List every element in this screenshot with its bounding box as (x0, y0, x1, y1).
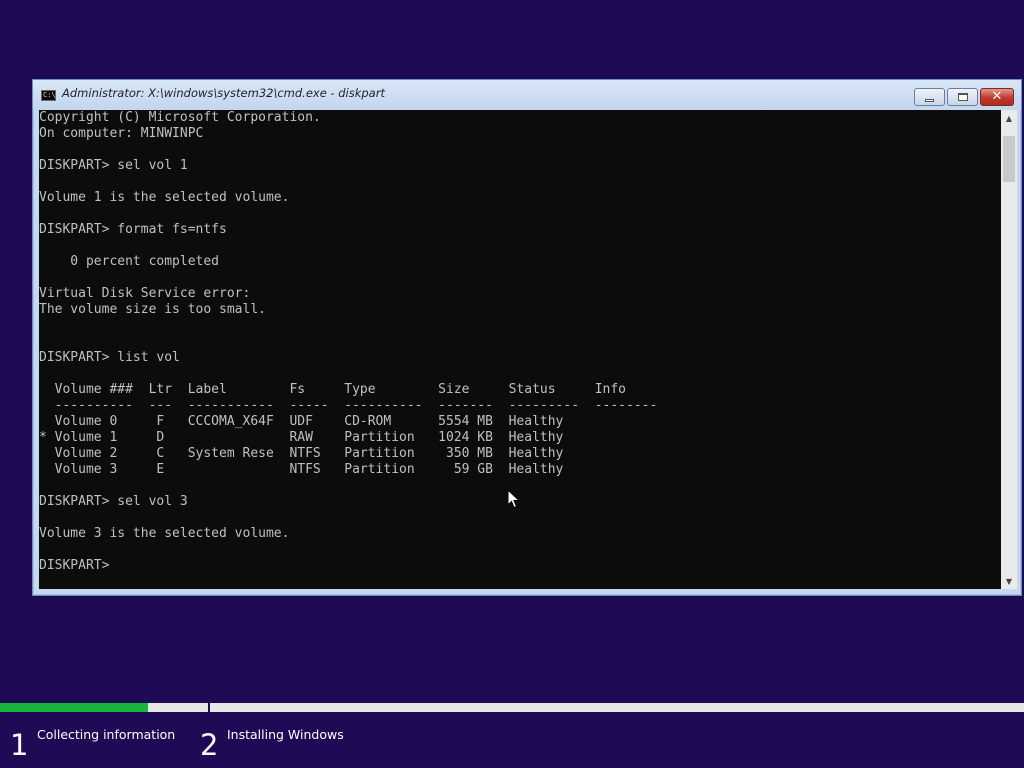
cmd-window[interactable]: C:\ Administrator: X:\windows\system32\c… (32, 79, 1022, 596)
step-number: 2 (200, 728, 219, 762)
title-bar[interactable]: C:\ Administrator: X:\windows\system32\c… (33, 80, 1021, 109)
console-line: Volume 0 F CCCOMA_X64F UDF CD-ROM 5554 M… (39, 414, 564, 429)
console-line: DISKPART> sel vol 3 (39, 494, 188, 509)
cmd-app-icon[interactable]: C:\ (41, 90, 56, 101)
console-line: Volume ### Ltr Label Fs Type Size Status… (39, 382, 626, 397)
console-line: Volume 3 E NTFS Partition 59 GB Healthy (39, 462, 564, 477)
console-line: 0 percent completed (39, 254, 220, 269)
console-line: DISKPART> (39, 558, 118, 573)
scroll-up-icon[interactable]: ▲ (1001, 110, 1017, 126)
console-line: Copyright (C) Microsoft Corporation. (39, 110, 321, 125)
console-line: Volume 1 is the selected volume. (39, 190, 290, 205)
close-icon: ✕ (991, 89, 1003, 104)
scroll-down-icon[interactable]: ▼ (1001, 573, 1017, 589)
maximize-icon (957, 93, 968, 101)
close-button[interactable]: ✕ (980, 88, 1014, 106)
console-line: Volume 3 is the selected volume. (39, 526, 290, 541)
console-line: DISKPART> format fs=ntfs (39, 222, 227, 237)
console-line: Volume 2 C System Rese NTFS Partition 35… (39, 446, 564, 461)
step-number: 1 (10, 728, 29, 762)
console-line: ---------- --- ----------- ----- -------… (39, 398, 658, 413)
console-line: DISKPART> list vol (39, 350, 180, 365)
console-line: * Volume 1 D RAW Partition 1024 KB Healt… (39, 430, 564, 445)
step-label: Installing Windows (227, 727, 344, 742)
mouse-pointer-icon (507, 489, 521, 509)
cmd-app-icon-label: C:\ (43, 91, 56, 99)
console-output[interactable]: Copyright (C) Microsoft Corporation. On c… (39, 110, 1001, 589)
window-title: Administrator: X:\windows\system32\cmd.e… (62, 86, 385, 100)
step-label: Collecting information (37, 727, 176, 742)
vertical-scrollbar[interactable]: ▲ ▼ (1001, 110, 1017, 589)
maximize-button[interactable] (947, 88, 978, 106)
scroll-thumb[interactable] (1003, 136, 1015, 182)
console-line: The volume size is too small. (39, 302, 266, 317)
minimize-icon (925, 98, 934, 102)
setup-progress-bar (0, 703, 1024, 712)
setup-progress-fill (0, 703, 149, 712)
minimize-button[interactable] (914, 88, 945, 106)
progress-step-divider (208, 703, 210, 715)
console-line: DISKPART> sel vol 1 (39, 158, 188, 173)
console-text: Copyright (C) Microsoft Corporation. On c… (39, 110, 657, 574)
console-line: Virtual Disk Service error: (39, 286, 251, 301)
console-line: On computer: MINWINPC (39, 126, 204, 141)
setup-screen: C:\ Administrator: X:\windows\system32\c… (0, 0, 1024, 768)
